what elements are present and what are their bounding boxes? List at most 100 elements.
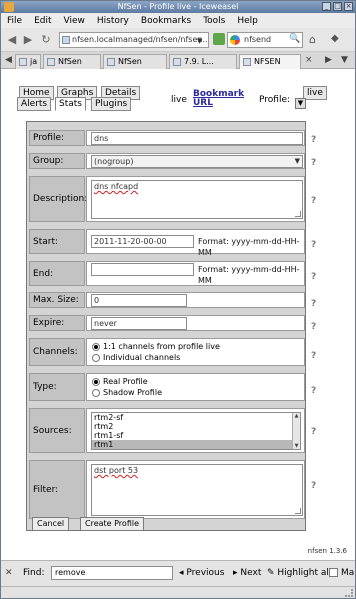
find-previous-button[interactable]: ◂ Previous <box>179 568 224 578</box>
help-icon[interactable]: ? <box>311 351 320 362</box>
resize-grip-icon[interactable] <box>345 589 353 597</box>
field-label: Group: <box>29 153 85 169</box>
field-label: Max. Size: <box>29 292 85 308</box>
list-item-selected[interactable]: rtm1 <box>92 440 300 449</box>
url-dropdown-icon[interactable]: ▼ <box>197 37 202 45</box>
filter-textarea[interactable]: dst port 53 <box>91 464 303 516</box>
tab-list-icon[interactable]: ▼ <box>341 55 348 65</box>
field-label: Profile: <box>29 130 85 146</box>
go-icon[interactable] <box>213 33 225 45</box>
menu-help[interactable]: Help <box>237 16 258 26</box>
row-max-size: Max. Size: 0 <box>29 292 305 308</box>
cancel-button[interactable]: Cancel <box>32 517 70 531</box>
profile-select[interactable]: live <box>303 86 327 100</box>
browser-tab-active[interactable]: NFSEN <box>239 54 301 70</box>
start-input[interactable]: 2011-11-20-00-00 <box>91 235 194 248</box>
find-previous-label: Previous <box>186 568 225 578</box>
create-profile-button[interactable]: Create Profile <box>80 517 144 531</box>
browser-tab[interactable]: NfSen <box>43 54 101 69</box>
menu-view[interactable]: View <box>64 16 85 26</box>
menu-edit[interactable]: Edit <box>34 16 51 26</box>
row-description: Description: dns nfcapd <box>29 176 305 222</box>
help-icon[interactable]: ? <box>311 322 320 333</box>
tab-alerts[interactable]: Alerts <box>17 97 52 111</box>
group-select[interactable]: (nogroup) ▼ <box>91 155 303 168</box>
expire-input[interactable]: never <box>91 317 187 330</box>
list-item[interactable]: rtm1-sf <box>92 431 300 440</box>
channels-radio-individual[interactable] <box>92 354 100 362</box>
menu-file[interactable]: File <box>7 16 22 26</box>
help-icon[interactable]: ? <box>311 158 320 169</box>
resize-grip-icon[interactable] <box>295 211 301 217</box>
scroll-up-icon[interactable]: ▲ <box>293 413 300 419</box>
match-case-label: Ma <box>341 568 355 578</box>
browser-tab[interactable]: NfSen <box>103 54 167 69</box>
url-link[interactable]: URL <box>193 99 213 108</box>
help-icon[interactable]: ? <box>311 135 320 146</box>
profile-name-input[interactable]: dns <box>91 132 303 145</box>
close-find-icon[interactable]: ✕ <box>5 568 13 578</box>
help-icon[interactable]: ? <box>311 481 320 492</box>
browser-tab[interactable]: ja <box>15 54 41 69</box>
help-icon[interactable]: ? <box>311 427 320 438</box>
find-next-button[interactable]: ▸ Next <box>233 568 261 578</box>
forward-icon[interactable]: ▶ <box>21 33 35 47</box>
tab-scroll-right-icon[interactable]: ▶ <box>325 55 332 65</box>
list-item[interactable]: rtm2 <box>92 422 300 431</box>
maximize-icon[interactable]: □ <box>333 2 342 11</box>
field-cell: 0 <box>86 292 305 308</box>
back-icon[interactable]: ◀ <box>5 33 19 47</box>
type-option-label: Shadow Profile <box>103 388 162 397</box>
url-text: nfsen.localmanaged/nfsen/nfsen... <box>72 35 209 44</box>
help-icon[interactable]: ? <box>311 299 320 310</box>
highlight-all-button[interactable]: ✎ Highlight all <box>267 568 331 578</box>
resize-grip-icon[interactable] <box>295 508 301 514</box>
menu-tools[interactable]: Tools <box>203 16 225 26</box>
end-input[interactable] <box>91 263 194 276</box>
menu-bar: File Edit View History Bookmarks Tools H… <box>1 13 355 28</box>
search-icon[interactable]: 🔍 <box>289 34 300 44</box>
minimize-icon[interactable]: _ <box>322 2 331 11</box>
type-radio-shadow[interactable] <box>92 389 100 397</box>
close-icon[interactable]: × <box>344 2 353 11</box>
type-radio-real[interactable] <box>92 378 100 386</box>
chevron-down-icon[interactable]: ▼ <box>295 98 306 109</box>
browser-tab[interactable]: 7.9. L... <box>169 54 237 69</box>
row-channels: Channels: 1:1 channels from profile live… <box>29 338 305 366</box>
description-text: dns nfcapd <box>94 182 139 191</box>
help-icon[interactable]: ? <box>311 240 320 251</box>
window-menu-icon[interactable] <box>4 2 14 12</box>
reload-icon[interactable]: ↻ <box>39 33 53 47</box>
nfsen-navigation: Home Graphs Details Alerts Stats Plugins… <box>17 83 327 111</box>
scroll-down-icon[interactable]: ▼ <box>293 443 300 449</box>
tab-stats[interactable]: Stats <box>55 97 86 111</box>
help-icon[interactable]: ? <box>311 196 320 207</box>
menu-history[interactable]: History <box>97 16 129 26</box>
chevron-down-icon: ▼ <box>294 157 300 165</box>
tab-close-icon[interactable]: × <box>305 55 313 65</box>
max-size-input[interactable]: 0 <box>91 294 187 307</box>
tab-scroll-left-icon[interactable]: ◀ <box>5 55 12 65</box>
menu-bookmarks[interactable]: Bookmarks <box>141 16 191 26</box>
field-cell: 2011-11-20-00-00 Format: yyyy-mm-dd-HH-M… <box>86 229 305 257</box>
row-filter: Filter: dst port 53 <box>29 460 305 519</box>
search-engine-icon[interactable] <box>230 35 240 45</box>
field-label: Sources: <box>29 408 85 453</box>
field-cell: Real Profile Shadow Profile <box>86 373 305 401</box>
home-icon[interactable]: ⌂ <box>309 33 323 47</box>
url-bar[interactable]: nfsen.localmanaged/nfsen/nfsen... <box>59 32 209 48</box>
sources-listbox[interactable]: rtm2-sf rtm2 rtm1-sf rtm1 ▲ ▼ <box>91 412 301 450</box>
list-item[interactable]: rtm2-sf <box>92 413 300 422</box>
description-textarea[interactable]: dns nfcapd <box>91 180 303 219</box>
start-format-hint: Format: yyyy-mm-dd-HH-MM <box>198 237 300 257</box>
help-icon[interactable]: ? <box>311 386 320 397</box>
match-case-checkbox[interactable] <box>329 568 338 577</box>
listbox-scrollbar[interactable]: ▲ ▼ <box>292 413 300 449</box>
help-icon[interactable]: ? <box>311 272 320 283</box>
channels-radio-1to1[interactable] <box>92 343 100 351</box>
find-input[interactable]: remove <box>51 566 173 580</box>
toolbar-overflow-icon[interactable]: ◆ <box>331 33 345 47</box>
tab-plugins[interactable]: Plugins <box>91 97 132 111</box>
field-cell: (nogroup) ▼ <box>86 153 305 169</box>
tab-favicon-icon <box>107 58 115 66</box>
